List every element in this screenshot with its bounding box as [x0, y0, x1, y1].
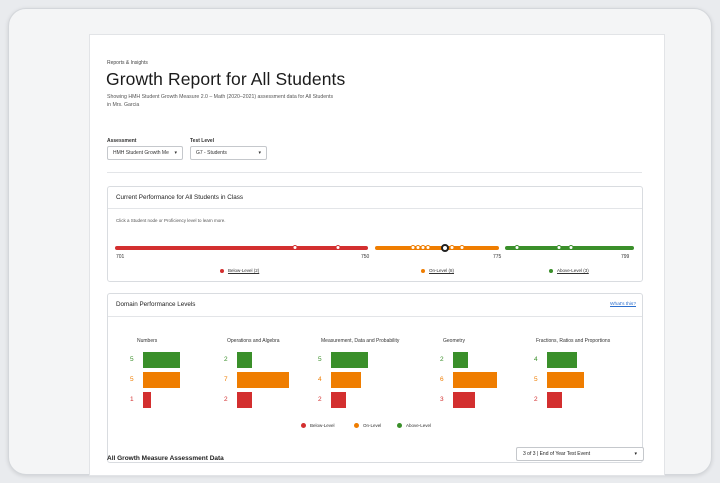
assessment-label: Assessment [107, 138, 137, 144]
above-count: 2 [440, 356, 444, 363]
below-count: 1 [130, 396, 134, 403]
above-bar[interactable] [453, 352, 468, 368]
student-node[interactable] [425, 245, 431, 250]
chevron-down-icon: ▾ [174, 150, 177, 156]
above-bar[interactable] [237, 352, 252, 368]
tablet-frame: Reports & Insights Growth Report for All… [8, 8, 712, 476]
divider [107, 172, 642, 173]
test-level-select-value: G7 - Students [196, 150, 227, 156]
student-node[interactable] [568, 245, 574, 250]
scale-min: 701 [116, 254, 125, 260]
on-bar[interactable] [331, 372, 361, 388]
performance-card-title: Current Performance for All Students in … [108, 187, 642, 209]
dot-icon [397, 423, 402, 428]
assessment-select-value: HMH Student Growth Me [113, 150, 169, 156]
scale-upper: 775 [493, 254, 502, 260]
domain-name: Numbers [137, 338, 158, 344]
whats-this-link[interactable]: What's this? [610, 302, 636, 307]
on-count: 5 [130, 376, 134, 383]
test-event-select[interactable]: 3 of 3 | End of Year Test Event ▾ [516, 447, 644, 461]
above-count: 5 [318, 356, 322, 363]
below-count: 2 [534, 396, 538, 403]
below-bar[interactable] [143, 392, 151, 408]
on-count: 5 [534, 376, 538, 383]
test-level-label: Test Level [190, 138, 215, 144]
student-node[interactable] [292, 245, 298, 250]
test-level-select[interactable]: G7 - Students ▾ [190, 146, 267, 160]
assessment-select[interactable]: HMH Student Growth Me ▾ [107, 146, 183, 160]
scale-mid: 750 [361, 254, 370, 260]
test-event-select-value: 3 of 3 | End of Year Test Event [523, 451, 591, 457]
chevron-down-icon: ▾ [258, 150, 261, 156]
student-node[interactable] [514, 245, 520, 250]
report-page: Reports & Insights Growth Report for All… [89, 34, 665, 476]
selected-student-node[interactable] [441, 244, 449, 252]
legend-below-level[interactable]: Below-Level (2) [220, 268, 259, 273]
domain-card: Domain Performance Levels What's this? N… [107, 293, 643, 463]
domain-name: Operations and Algebra [227, 338, 280, 344]
below-count: 3 [440, 396, 444, 403]
legend-on-level[interactable]: On-Level (8) [421, 268, 454, 273]
below-count: 2 [318, 396, 322, 403]
below-bar[interactable] [237, 392, 252, 408]
on-bar[interactable] [453, 372, 497, 388]
dot-icon [421, 268, 425, 273]
above-bar[interactable] [547, 352, 577, 368]
dot-icon [549, 268, 553, 273]
below-level-bar[interactable] [115, 245, 368, 250]
above-count: 5 [130, 356, 134, 363]
student-node[interactable] [335, 245, 341, 250]
legend-above-level: Above-Level [397, 423, 431, 428]
dot-icon [354, 423, 359, 428]
chevron-down-icon: ▾ [634, 451, 637, 457]
on-level-bar[interactable] [375, 244, 499, 252]
scale-max: 799 [621, 254, 630, 260]
below-bar[interactable] [331, 392, 346, 408]
legend-above-level[interactable]: Above-Level (3) [549, 268, 589, 273]
on-count: 4 [318, 376, 322, 383]
below-bar[interactable] [547, 392, 562, 408]
student-node[interactable] [556, 245, 562, 250]
dot-icon [220, 268, 224, 273]
below-bar[interactable] [453, 392, 475, 408]
on-bar[interactable] [547, 372, 584, 388]
legend-on-level: On-Level [354, 423, 381, 428]
performance-hint: Click a Student node or Proficiency leve… [116, 218, 226, 223]
on-count: 6 [440, 376, 444, 383]
assessment-data-title: All Growth Measure Assessment Data [107, 455, 224, 462]
student-node[interactable] [449, 245, 455, 250]
domain-card-title: Domain Performance Levels [108, 294, 642, 317]
domain-name: Fractions, Ratios and Proportions [536, 338, 611, 344]
domain-name: Geometry [443, 338, 465, 344]
page-subtitle: Showing HMH Student Growth Measure 2.0 –… [107, 94, 334, 108]
on-count: 7 [224, 376, 228, 383]
breadcrumb[interactable]: Reports & Insights [107, 60, 148, 66]
above-count: 4 [534, 356, 538, 363]
student-node[interactable] [459, 245, 465, 250]
below-count: 2 [224, 396, 228, 403]
page-title: Growth Report for All Students [106, 69, 346, 89]
above-level-bar[interactable] [505, 245, 634, 250]
legend-below-level: Below-Level [301, 423, 335, 428]
domain-name: Measurement, Data and Probability [321, 338, 400, 344]
performance-card: Current Performance for All Students in … [107, 186, 643, 282]
above-count: 2 [224, 356, 228, 363]
dot-icon [301, 423, 306, 428]
above-bar[interactable] [143, 352, 180, 368]
on-bar[interactable] [237, 372, 289, 388]
on-bar[interactable] [143, 372, 180, 388]
above-bar[interactable] [331, 352, 368, 368]
